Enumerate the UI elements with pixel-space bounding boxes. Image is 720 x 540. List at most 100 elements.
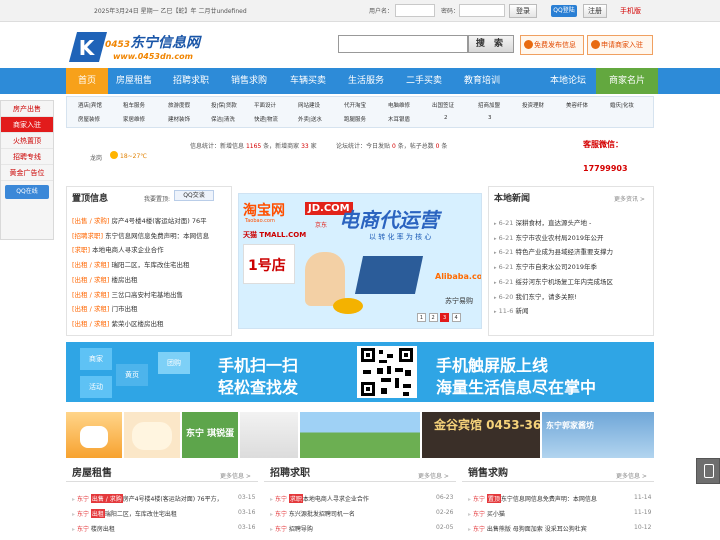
nav-home[interactable]: 首页 [66, 68, 108, 94]
main-banner[interactable]: 淘宝网 Taobao.com JD.COM 京东 天猫 TMALL.COM 1号… [238, 193, 482, 329]
thumb-cake[interactable] [66, 412, 122, 458]
jobs-more-link[interactable]: 更多信息 > [418, 471, 449, 480]
nav-housing[interactable]: 房屋租售 [116, 68, 152, 94]
section-row[interactable]: ▸ 东宁 东兴源批发招聘司机一名 02-26 [270, 509, 454, 518]
free-post-button[interactable]: 免费发布信息 [520, 35, 584, 55]
thumb-pastry[interactable] [124, 412, 180, 458]
register-button[interactable]: 注册 [583, 4, 607, 18]
search-button[interactable]: 搜 索 [468, 35, 514, 53]
news-item[interactable]: ▸ 6-20 我们东宁，请多关照! [494, 291, 577, 301]
news-item[interactable]: ▸ 6-21 东宁市自来水公司2019年季 [494, 261, 597, 271]
nav-life[interactable]: 生活服务 [348, 68, 384, 94]
category-link[interactable]: 快递|物流 [254, 115, 278, 123]
category-link[interactable]: 房屋装修 [78, 115, 100, 123]
search-input[interactable] [338, 35, 468, 53]
news-item[interactable]: ▸ 6-21 特色产业成为县域经济重要支撑力 [494, 246, 613, 256]
weather-temp: 18~27℃ [120, 153, 148, 160]
category-link[interactable]: 3 [488, 115, 492, 121]
category-link[interactable]: 建材装饰 [168, 115, 190, 123]
banner-dot-active[interactable]: 3 [440, 313, 450, 322]
cake-icon [80, 426, 108, 448]
sidebar-item-hot-top[interactable]: 火热置顶 [1, 133, 53, 149]
news-item[interactable]: ▸ 6-21 东宁市农业农村局2019年公开 [494, 232, 603, 242]
nav-forum[interactable]: 本地论坛 [550, 68, 586, 94]
merchant-icon [591, 40, 600, 49]
qq-login-button[interactable]: QQ登陆 [551, 5, 577, 17]
login-button[interactable]: 登录 [509, 4, 537, 18]
username-input[interactable] [395, 4, 435, 17]
username-label: 用户名： [369, 8, 394, 15]
top-info-item[interactable]: [出租 / 求租] 门市出租 [72, 303, 137, 313]
sidebar-item-merchant[interactable]: 商家入驻 [1, 117, 53, 133]
top-info-item[interactable]: [出售 / 求购] 房产4号楼4楼(客运站对面) 76平 [72, 215, 207, 225]
top-info-item[interactable]: [招聘求职] 东宁信息网信息免费声明：本网信息 [72, 230, 209, 240]
category-link[interactable]: 代开淘宝 [344, 101, 366, 109]
banner-dot[interactable]: 2 [428, 313, 438, 322]
news-item[interactable]: ▸ 6-21 绥芬河东宁机场复工年内完成场区 [494, 276, 613, 286]
category-link[interactable]: 2 [444, 115, 448, 121]
top-info-item[interactable]: [求职] 本地电商人寻求企业合作 [72, 244, 164, 254]
category-link[interactable]: 投|保|贷款 [211, 101, 237, 109]
category-link[interactable]: 婚庆|化妆 [610, 101, 634, 109]
thumb-eggs[interactable]: 东宁 琪锐蛋 [182, 412, 238, 458]
nav-secondhand[interactable]: 二手买卖 [406, 68, 442, 94]
sidebar-qq-online[interactable]: QQ在线 [5, 185, 49, 199]
category-link[interactable]: 跑腿服务 [344, 115, 366, 123]
nav-education[interactable]: 教育培训 [464, 68, 500, 94]
category-link[interactable]: 电脑维修 [388, 101, 410, 109]
section-row[interactable]: ▸ 东宁 楼房出租 03-16 [72, 524, 256, 533]
section-row[interactable]: ▸ 东宁 出售熊版 母狗面加索 没采耳公狗杜宾 10-12 [468, 524, 652, 533]
section-row[interactable]: ▸ 东宁 买小猫 11-19 [468, 509, 652, 518]
category-link[interactable]: 平面设计 [254, 101, 276, 109]
banner-dot[interactable]: 4 [451, 313, 461, 322]
nav-jobs[interactable]: 招聘求职 [173, 68, 209, 94]
logo-url: www.0453dn.com [113, 52, 193, 61]
service-number: 17799903 [583, 164, 628, 173]
top-info-item[interactable]: [出租 / 求租] 紫荣小区楼房出租 [72, 318, 163, 328]
apply-merchant-button[interactable]: 申请商家入驻 [587, 35, 653, 55]
section-row[interactable]: ▸ 东宁 出售 / 求购房产4号楼4楼(客运站对面) 76平方， 03-15 [72, 494, 256, 503]
sidebar-item-house-sale[interactable]: 房产出售 [1, 101, 53, 117]
mobile-link[interactable]: 手机版 [620, 6, 641, 16]
housing-more-link[interactable]: 更多信息 > [220, 471, 251, 480]
section-row[interactable]: ▸ 东宁 出租瑞阳二区，车库改住宅出租 03-16 [72, 508, 256, 518]
ad-line4: 海量生活信息尽在掌中 [436, 378, 597, 397]
category-link[interactable]: 招商加盟 [478, 101, 500, 109]
top-info-item[interactable]: [出租 / 求租] 瑞阳二区，车库改住宅出租 [72, 259, 189, 269]
category-link[interactable]: 网站建设 [298, 101, 320, 109]
sidebar-item-ad[interactable]: 黄金广告位 [1, 165, 53, 181]
category-link[interactable]: 投资理财 [522, 101, 544, 109]
banner-dot[interactable]: 1 [417, 313, 426, 322]
section-row[interactable]: ▸ 东宁 置顶东宁信息网信息免费声明：本网信息 11-14 [468, 494, 652, 503]
top-info-item[interactable]: [出租 / 求租] 三岔口高安村宅基地出售 [72, 289, 183, 299]
section-row[interactable]: ▸ 东宁 招聘导购 02-05 [270, 524, 454, 533]
top-info-item[interactable]: [出租 / 求租] 楼房出租 [72, 274, 137, 284]
category-link[interactable]: 木耳银盾 [388, 115, 410, 123]
sidebar-item-recruit[interactable]: 招聘专线 [1, 149, 53, 165]
ad-line1: 手机扫一扫 [218, 356, 299, 375]
category-link[interactable]: 外卖|送水 [298, 115, 322, 123]
category-link[interactable]: 出国签证 [432, 101, 454, 109]
category-link[interactable]: 租车服务 [123, 101, 145, 109]
nav-vehicles[interactable]: 车辆买卖 [290, 68, 326, 94]
password-input[interactable] [459, 4, 505, 17]
category-link[interactable]: 家居维修 [123, 115, 145, 123]
news-item[interactable]: ▸ 6-21 深耕食材，直达源头产地 - [494, 217, 591, 227]
sales-more-link[interactable]: 更多信息 > [616, 471, 647, 480]
thumb-scenery[interactable] [300, 412, 420, 458]
category-link[interactable]: 保洁|清洗 [211, 115, 235, 123]
nav-business-cards[interactable]: 商家名片 [596, 68, 658, 94]
nav-sales[interactable]: 销售求购 [231, 68, 267, 94]
category-link[interactable]: 旅游度假 [168, 101, 190, 109]
top-info-qq-button[interactable]: QQ交谈 [174, 190, 214, 201]
category-link[interactable]: 酒店|宾馆 [78, 101, 102, 109]
news-item[interactable]: ▸ 11-6 新闻 [494, 305, 528, 315]
site-logo[interactable]: K 0453东宁信息网 www.0453dn.com [68, 30, 243, 66]
thumb-hotel[interactable]: 金谷宾馆 0453-3636000 [422, 412, 540, 458]
section-row[interactable]: ▸ 东宁 求职本地电商人寻求企业合作 06-23 [270, 494, 454, 503]
thumb-rice[interactable] [240, 412, 298, 458]
category-link[interactable]: 美容纤体 [566, 101, 588, 109]
floating-mobile-button[interactable] [696, 458, 720, 484]
thumb-factory[interactable]: 东宁郭家酱坊 [542, 412, 654, 458]
news-more-link[interactable]: 更多资讯 > [614, 194, 645, 203]
